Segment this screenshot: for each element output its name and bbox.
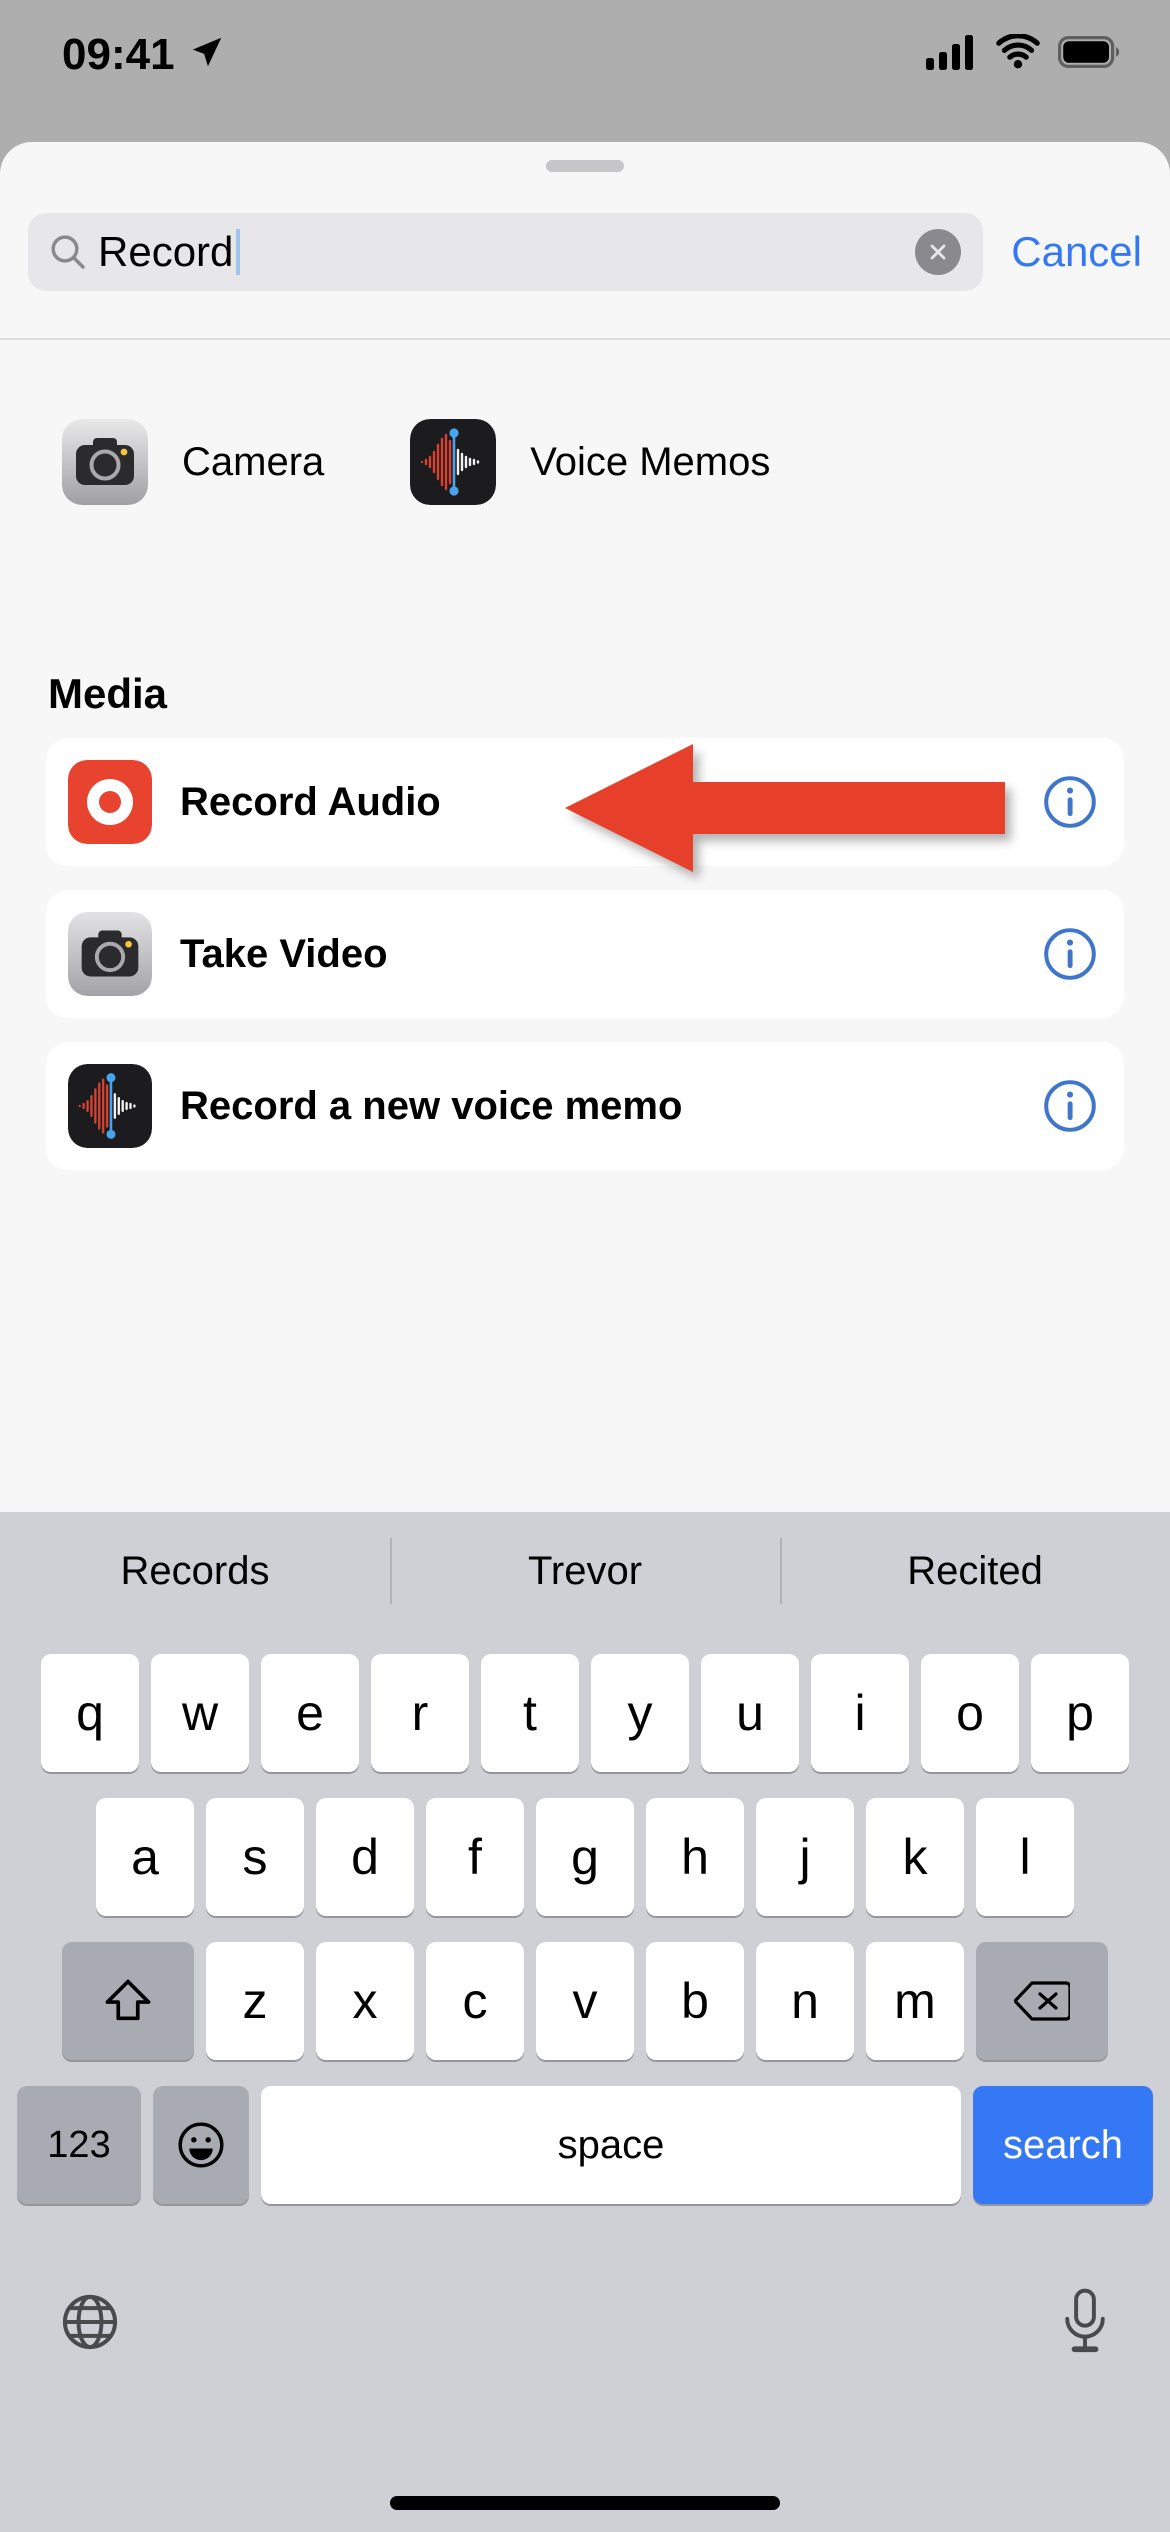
suggestion-item[interactable]: Trevor <box>390 1549 780 1594</box>
camera-app-icon <box>62 419 148 505</box>
keyboard-row-4: 123 space search <box>0 2086 1170 2204</box>
app-suggestions-row: Camera Voice Memos <box>0 392 1170 532</box>
status-time: 09:41 <box>62 30 175 79</box>
suggestion-item[interactable]: Records <box>0 1549 390 1594</box>
cancel-button[interactable]: Cancel <box>1011 228 1142 276</box>
media-section-header: Media <box>48 670 168 717</box>
result-row-record-voice-memo[interactable]: Record a new voice memo <box>46 1042 1124 1170</box>
result-row-label: Take Video <box>180 931 388 976</box>
home-indicator <box>390 2496 780 2510</box>
location-arrow-icon <box>192 37 222 67</box>
microphone-icon[interactable] <box>1058 2288 1112 2356</box>
onscreen-keyboard: Records Trevor Recited q w e r t y u i o… <box>0 1512 1170 2532</box>
keyboard-suggestion-bar: Records Trevor Recited <box>0 1512 1170 1630</box>
status-indicators <box>926 34 1120 70</box>
result-row-record-audio[interactable]: Record Audio <box>46 738 1124 866</box>
numbers-key[interactable]: 123 <box>17 2086 141 2204</box>
key-c[interactable]: c <box>426 1942 524 2060</box>
key-z[interactable]: z <box>206 1942 304 2060</box>
key-q[interactable]: q <box>41 1654 139 1772</box>
key-y[interactable]: y <box>591 1654 689 1772</box>
key-p[interactable]: p <box>1031 1654 1129 1772</box>
results-list: Record Audio Take Video Record a new voi… <box>46 738 1124 1194</box>
app-suggestion-camera[interactable]: Camera <box>62 419 324 505</box>
keyboard-bottom-bar <box>0 2252 1170 2392</box>
key-b[interactable]: b <box>646 1942 744 2060</box>
key-e[interactable]: e <box>261 1654 359 1772</box>
header-divider <box>0 338 1170 340</box>
keyboard-row-3: z x c v b n m <box>0 1942 1170 2060</box>
smiley-face-icon <box>178 2122 224 2168</box>
space-key[interactable]: space <box>261 2086 961 2204</box>
globe-language-icon[interactable] <box>58 2290 122 2354</box>
key-a[interactable]: a <box>96 1798 194 1916</box>
key-j[interactable]: j <box>756 1798 854 1916</box>
key-v[interactable]: v <box>536 1942 634 2060</box>
backspace-delete-icon <box>1014 1981 1070 2021</box>
key-i[interactable]: i <box>811 1654 909 1772</box>
shift-up-arrow-icon <box>105 1979 151 2021</box>
search-input[interactable]: Record <box>28 213 984 291</box>
suggestion-item[interactable]: Recited <box>780 1549 1170 1594</box>
battery-full-icon <box>1058 36 1120 68</box>
voice-memos-app-icon <box>410 419 497 505</box>
keyboard-row-1: q w e r t y u i o p <box>0 1654 1170 1772</box>
camera-app-icon <box>68 912 152 996</box>
key-k[interactable]: k <box>866 1798 964 1916</box>
keyboard-row-2: a s d f g h j k l <box>0 1798 1170 1916</box>
key-l[interactable]: l <box>976 1798 1074 1916</box>
key-x[interactable]: x <box>316 1942 414 2060</box>
app-suggestion-label: Voice Memos <box>530 439 771 484</box>
result-row-label: Record Audio <box>180 779 441 824</box>
result-row-label: Record a new voice memo <box>180 1083 683 1128</box>
info-circle-icon[interactable] <box>1042 1078 1098 1134</box>
text-cursor <box>236 229 241 275</box>
key-r[interactable]: r <box>371 1654 469 1772</box>
clear-search-button[interactable] <box>915 229 962 275</box>
info-circle-icon[interactable] <box>1042 774 1098 830</box>
key-w[interactable]: w <box>151 1654 249 1772</box>
backspace-key[interactable] <box>976 1942 1108 2060</box>
key-m[interactable]: m <box>866 1942 964 2060</box>
search-return-key[interactable]: search <box>973 2086 1153 2204</box>
search-header: Record Cancel <box>0 192 1170 312</box>
search-input-value: Record <box>98 228 234 275</box>
status-bar: 09:41 <box>0 0 1170 140</box>
record-audio-icon <box>68 760 152 844</box>
key-n[interactable]: n <box>756 1942 854 2060</box>
voice-memos-app-icon <box>68 1064 152 1148</box>
app-suggestion-voice-memos[interactable]: Voice Memos <box>410 419 770 505</box>
key-d[interactable]: d <box>316 1798 414 1916</box>
key-s[interactable]: s <box>206 1798 304 1916</box>
key-h[interactable]: h <box>646 1798 744 1916</box>
key-u[interactable]: u <box>701 1654 799 1772</box>
key-t[interactable]: t <box>481 1654 579 1772</box>
info-circle-icon[interactable] <box>1042 926 1098 982</box>
app-suggestion-label: Camera <box>182 439 325 484</box>
key-o[interactable]: o <box>921 1654 1019 1772</box>
emoji-key[interactable] <box>153 2086 249 2204</box>
cellular-signal-icon <box>926 35 973 70</box>
shift-key[interactable] <box>62 1942 194 2060</box>
close-icon <box>930 244 946 260</box>
result-row-take-video[interactable]: Take Video <box>46 890 1124 1018</box>
search-sheet: Record Cancel Camera Voice Memos Media R… <box>0 142 1170 1512</box>
key-f[interactable]: f <box>426 1798 524 1916</box>
key-g[interactable]: g <box>536 1798 634 1916</box>
search-icon <box>51 235 85 269</box>
sheet-grabber-handle[interactable] <box>546 160 624 172</box>
wifi-icon <box>996 34 1040 69</box>
